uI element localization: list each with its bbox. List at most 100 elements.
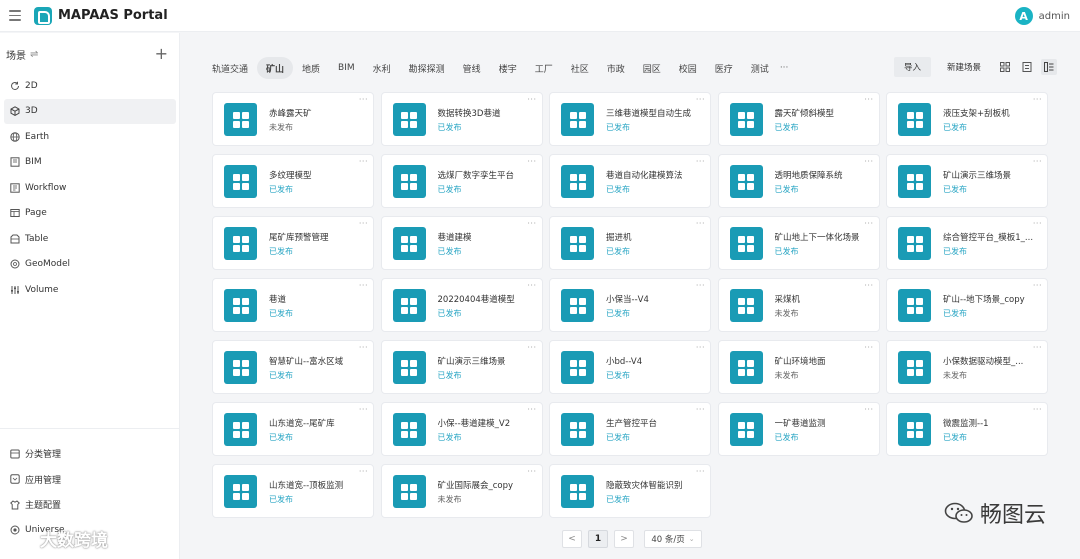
more-options-icon[interactable]: ··· <box>527 220 536 228</box>
scene-card[interactable]: 智慧矿山--富水区域 已发布 ··· <box>212 340 374 394</box>
sidebar-item-table[interactable]: Table <box>4 226 176 252</box>
more-options-icon[interactable]: ··· <box>696 158 705 166</box>
scene-card[interactable]: 小保当--V4 已发布 ··· <box>549 278 711 332</box>
tab-14[interactable]: 测试 <box>742 57 778 79</box>
list-view-icon[interactable] <box>1019 59 1035 75</box>
sidebar-item-3d[interactable]: 3D <box>4 98 176 124</box>
page-1-button[interactable]: 1 <box>588 530 608 548</box>
scene-card[interactable]: 综合管控平台_模板1_... 已发布 ··· <box>886 216 1048 270</box>
tab-0[interactable]: 轨道交通 <box>203 57 257 79</box>
scene-card[interactable]: 巷道 已发布 ··· <box>212 278 374 332</box>
more-options-icon[interactable]: ··· <box>1033 344 1042 352</box>
scene-card[interactable]: 巷道自动化建模算法 已发布 ··· <box>549 154 711 208</box>
scene-card[interactable]: 矿山环境地面 未发布 ··· <box>717 340 880 394</box>
more-options-icon[interactable]: ··· <box>359 282 368 290</box>
menu-icon[interactable] <box>9 10 21 21</box>
scene-card[interactable]: 小保数据驱动模型_... 未发布 ··· <box>886 340 1048 394</box>
user-name[interactable]: admin <box>1039 11 1070 22</box>
sidebar-item-volume[interactable]: Volume <box>4 277 176 303</box>
more-options-icon[interactable]: ··· <box>696 468 705 476</box>
scene-card[interactable]: 尾矿库预警管理 已发布 ··· <box>212 216 374 270</box>
more-options-icon[interactable]: ··· <box>696 220 705 228</box>
tab-6[interactable]: 管线 <box>454 57 490 79</box>
scene-card[interactable]: 液压支架+刮板机 已发布 ··· <box>886 92 1048 146</box>
scene-card[interactable]: 隐蔽致灾体智能识别 已发布 ··· <box>549 464 711 518</box>
tab-4[interactable]: 水利 <box>364 57 400 79</box>
tab-11[interactable]: 园区 <box>634 57 670 79</box>
more-options-icon[interactable]: ··· <box>696 96 705 104</box>
sidebar-item-workflow[interactable]: Workflow <box>4 175 176 201</box>
more-options-icon[interactable]: ··· <box>864 282 873 290</box>
scene-card[interactable]: 选煤厂数字孪生平台 已发布 ··· <box>380 154 543 208</box>
more-options-icon[interactable]: ··· <box>1033 158 1042 166</box>
sidebar-item-2d[interactable]: 2D <box>4 73 176 99</box>
card-view-icon[interactable] <box>1041 59 1058 75</box>
swap-icon[interactable]: ⇌ <box>30 49 38 60</box>
scene-card[interactable]: 矿山演示三维场景 已发布 ··· <box>380 340 543 394</box>
more-options-icon[interactable]: ··· <box>527 344 536 352</box>
scene-card[interactable]: 小保--巷道建模_V2 已发布 ··· <box>380 402 543 456</box>
more-options-icon[interactable]: ··· <box>527 468 536 476</box>
sidebar-item-bim[interactable]: BIM <box>4 150 176 176</box>
more-options-icon[interactable]: ··· <box>359 468 368 476</box>
sidebar-item-分类管理[interactable]: 分类管理 <box>4 441 175 467</box>
scene-card[interactable]: 山东道宽--顶板监测 已发布 ··· <box>212 464 374 518</box>
tabs-more-button[interactable]: ··· <box>780 63 789 73</box>
sidebar-item-page[interactable]: Page <box>4 201 176 227</box>
scene-card[interactable]: 矿山--地下场景_copy 已发布 ··· <box>886 278 1048 332</box>
scene-card[interactable]: 数据转换3D巷道 已发布 ··· <box>380 92 543 146</box>
avatar[interactable]: A <box>1014 7 1033 25</box>
more-options-icon[interactable]: ··· <box>359 96 368 104</box>
more-options-icon[interactable]: ··· <box>1033 96 1042 104</box>
sidebar-item-earth[interactable]: Earth <box>4 124 176 150</box>
scene-card[interactable]: 采煤机 未发布 ··· <box>717 278 880 332</box>
scene-card[interactable]: 巷道建模 已发布 ··· <box>380 216 543 270</box>
more-options-icon[interactable]: ··· <box>527 406 536 414</box>
more-options-icon[interactable]: ··· <box>527 282 536 290</box>
more-options-icon[interactable]: ··· <box>696 282 705 290</box>
scene-card[interactable]: 矿业国际展会_copy 未发布 ··· <box>380 464 543 518</box>
scene-card[interactable]: 多纹理模型 已发布 ··· <box>212 154 374 208</box>
scene-card[interactable]: 掘进机 已发布 ··· <box>549 216 711 270</box>
new-scene-button[interactable]: 新建场景 <box>937 57 991 77</box>
more-options-icon[interactable]: ··· <box>527 96 536 104</box>
scene-card[interactable]: 生产管控平台 已发布 ··· <box>549 402 711 456</box>
scene-card[interactable]: 山东道宽--尾矿库 已发布 ··· <box>212 402 374 456</box>
tab-9[interactable]: 社区 <box>562 57 598 79</box>
import-button[interactable]: 导入 <box>894 57 932 77</box>
more-options-icon[interactable]: ··· <box>527 158 536 166</box>
tab-13[interactable]: 医疗 <box>706 57 742 79</box>
tab-1[interactable]: 矿山 <box>257 57 294 79</box>
sidebar-item-应用管理[interactable]: 应用管理 <box>4 467 175 493</box>
scene-card[interactable]: 三维巷道模型自动生成 已发布 ··· <box>549 92 711 146</box>
sidebar-item-geomodel[interactable]: GeoModel <box>4 252 176 278</box>
grid-view-icon[interactable] <box>997 59 1013 75</box>
scene-card[interactable]: 矿山演示三维场景 已发布 ··· <box>886 154 1048 208</box>
more-options-icon[interactable]: ··· <box>1033 220 1042 228</box>
tab-10[interactable]: 市政 <box>598 57 634 79</box>
more-options-icon[interactable]: ··· <box>696 406 705 414</box>
more-options-icon[interactable]: ··· <box>359 158 368 166</box>
more-options-icon[interactable]: ··· <box>1033 406 1042 414</box>
tab-5[interactable]: 勘探探测 <box>400 57 454 79</box>
tab-3[interactable]: BIM <box>329 57 364 79</box>
more-options-icon[interactable]: ··· <box>864 344 873 352</box>
more-options-icon[interactable]: ··· <box>1033 282 1042 290</box>
more-options-icon[interactable]: ··· <box>359 344 368 352</box>
more-options-icon[interactable]: ··· <box>864 96 873 104</box>
more-options-icon[interactable]: ··· <box>864 220 873 228</box>
user-menu[interactable]: A admin <box>1014 7 1070 25</box>
scene-card[interactable]: 赤峰露天矿 未发布 ··· <box>212 92 374 146</box>
scene-card[interactable]: 透明地质保障系统 已发布 ··· <box>717 154 880 208</box>
scene-card[interactable]: 露天矿倾斜模型 已发布 ··· <box>717 92 880 146</box>
tab-2[interactable]: 地质 <box>293 57 329 79</box>
next-page-button[interactable]: > <box>614 530 634 548</box>
more-options-icon[interactable]: ··· <box>359 220 368 228</box>
more-options-icon[interactable]: ··· <box>864 406 873 414</box>
tab-7[interactable]: 楼宇 <box>490 57 526 79</box>
tab-8[interactable]: 工厂 <box>526 57 562 79</box>
more-options-icon[interactable]: ··· <box>864 158 873 166</box>
add-scene-button[interactable]: + <box>155 46 168 62</box>
scene-card[interactable]: 矿山地上下一体化场景 已发布 ··· <box>717 216 880 270</box>
more-options-icon[interactable]: ··· <box>359 406 368 414</box>
